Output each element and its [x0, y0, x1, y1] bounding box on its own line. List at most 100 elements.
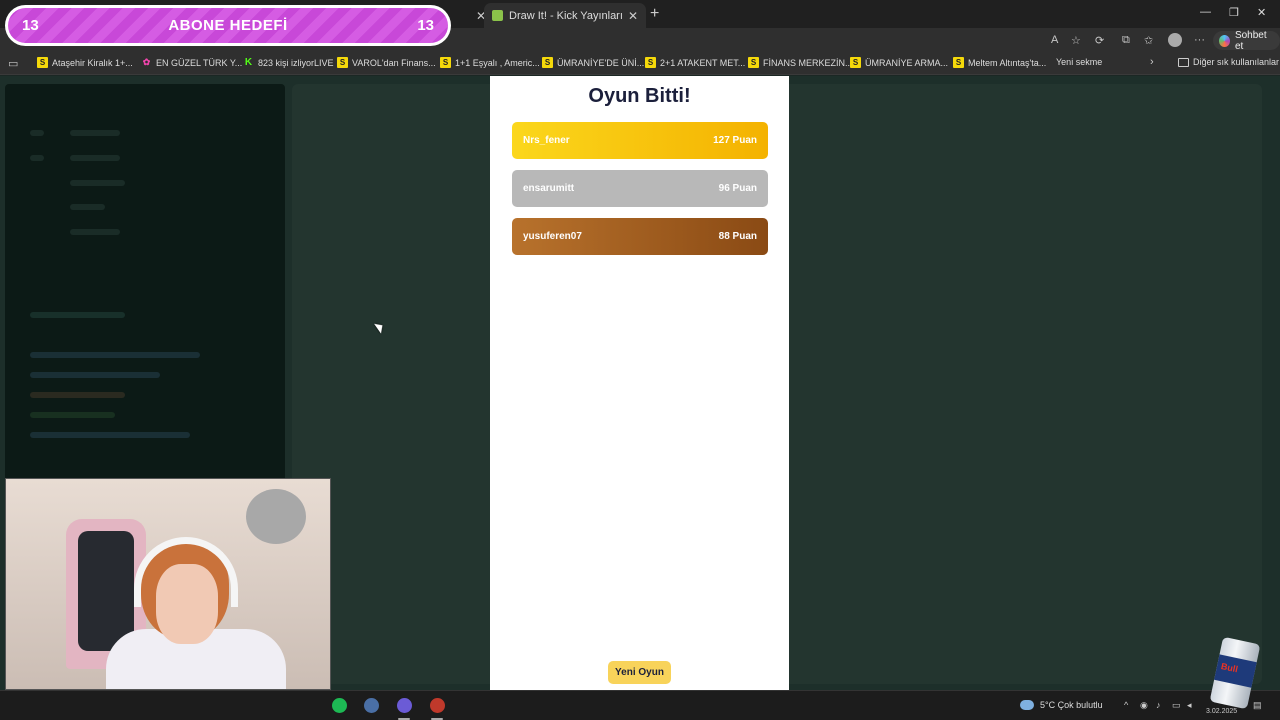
placeholder-row	[70, 229, 120, 235]
new-game-button[interactable]: Yeni Oyun	[608, 661, 671, 684]
bookmark-8[interactable]: S FİNANS MERKEZİN...	[748, 57, 853, 68]
score-row-third: yusuferen07 88 Puan	[512, 218, 768, 255]
bookmark-flower-icon: ✿	[142, 57, 151, 67]
bookmark-11[interactable]: Yeni sekme	[1056, 57, 1103, 142]
cloud-icon	[1020, 700, 1034, 710]
webcam-feed	[5, 478, 331, 690]
copilot-icon	[1219, 34, 1230, 47]
player-points: 96 Puan	[718, 183, 757, 194]
goal-label: ABONE HEDEFİ	[168, 17, 288, 34]
close-tab-icon[interactable]: ✕	[628, 9, 638, 23]
taskbar: 5°C Çok bulutlu ^ ◉ ♪ ▭ ◂ 3.02.2025 ▤	[0, 690, 1280, 720]
restore-icon[interactable]: ❐	[1229, 6, 1239, 19]
obs-icon[interactable]	[430, 698, 445, 713]
copilot-chat-button[interactable]: Sohbet et	[1213, 29, 1280, 52]
bookmark-s-icon: S	[953, 57, 964, 68]
bookmark-label: 2+1 ATAKENT MET...	[660, 57, 746, 68]
volume-icon[interactable]: ◂	[1187, 700, 1192, 711]
goal-bar: 13 ABONE HEDEFİ 13	[8, 8, 448, 43]
window-close-icon[interactable]: ✕	[1257, 6, 1266, 19]
bookmark-kick-icon: K	[244, 57, 253, 68]
score-row-first: Nrs_fener 127 Puan	[512, 122, 768, 159]
score-row-second: ensarumitt 96 Puan	[512, 170, 768, 207]
placeholder-row	[30, 432, 190, 438]
player-points: 88 Puan	[718, 231, 757, 242]
tray-overflow-icon[interactable]: ^	[1124, 700, 1128, 710]
discord-icon[interactable]	[397, 698, 412, 713]
refresh-icon[interactable]: ⟳	[1095, 34, 1104, 47]
player-name: yusuferen07	[523, 231, 582, 242]
placeholder-row	[70, 180, 125, 186]
webcam-chair-back	[78, 531, 134, 651]
bookmark-label: FİNANS MERKEZİN...	[763, 57, 853, 68]
minimize-icon[interactable]: —	[1200, 6, 1211, 18]
copilot-label: Sohbet et	[1234, 29, 1267, 52]
bookmark-s-icon: S	[850, 57, 861, 68]
taskbar-date[interactable]: 3.02.2025	[1206, 708, 1237, 715]
folder-label: Diğer sık kullanılanlar	[1193, 57, 1280, 67]
bookmark-s-icon: S	[645, 57, 656, 68]
bookmark-label: ÜMRANİYE'DE ÜNİ...	[557, 57, 645, 68]
goal-current: 13	[22, 17, 39, 34]
bookmark-s-icon: S	[440, 57, 451, 68]
sidebar-toggle-icon[interactable]: ▭	[8, 57, 18, 70]
new-tab-plus-icon[interactable]: +	[650, 5, 659, 23]
favorites-icon[interactable]: ✩	[1144, 34, 1153, 47]
bookmark-5[interactable]: S 1+1 Eşyalı , Americ...	[440, 57, 540, 68]
webcam-ring-light	[246, 489, 306, 544]
goal-target: 13	[417, 17, 434, 34]
spotify-icon[interactable]	[332, 698, 347, 713]
bookmark-label: Yeni sekme	[1056, 57, 1103, 67]
favorite-star-icon[interactable]: ☆	[1071, 34, 1081, 47]
player-name: ensarumitt	[523, 183, 575, 194]
bookmark-s-icon: S	[748, 57, 759, 68]
bookmark-3[interactable]: K 823 kişi izliyorLIVE	[243, 57, 334, 68]
bookmark-label: 823 kişi izliyorLIVE	[258, 57, 334, 68]
placeholder-row	[70, 130, 120, 136]
bookmark-7[interactable]: S 2+1 ATAKENT MET...	[645, 57, 745, 68]
bookmark-label: 1+1 Eşyalı , Americ...	[455, 57, 540, 68]
bookmark-10[interactable]: S Meltem Altıntaş'ta...	[953, 57, 1046, 68]
placeholder-row	[30, 352, 200, 358]
placeholder-row	[30, 312, 125, 318]
bookmark-s-icon: S	[37, 57, 48, 68]
placeholder-row	[70, 155, 120, 161]
placeholder-row	[30, 392, 125, 398]
tray-app-icon[interactable]: ◉	[1140, 700, 1148, 711]
network-icon[interactable]: ▭	[1172, 700, 1181, 711]
microphone-icon[interactable]: ♪	[1156, 700, 1161, 710]
placeholder-row	[30, 372, 160, 378]
bookmarks-bar: ▭ S Ataşehir Kiralık 1+... ✿ EN GÜZEL TÜRK…	[0, 53, 1280, 142]
modal-title: Oyun Bitti!	[588, 85, 691, 107]
tab-draw-it[interactable]: Draw It! - Kick Yayınları İçin Çizim ...…	[484, 3, 646, 28]
player-points: 127 Puan	[713, 135, 757, 146]
placeholder-row	[30, 155, 44, 161]
bookmark-label: EN GÜZEL TÜRK Y...	[156, 57, 243, 68]
translate-icon[interactable]: A	[1051, 34, 1058, 46]
subscriber-goal-overlay: 13 ABONE HEDEFİ 13	[5, 5, 451, 46]
tab-favicon-icon	[492, 10, 503, 21]
bookmark-s-icon: S	[337, 57, 348, 68]
placeholder-row	[70, 204, 105, 210]
bookmark-9[interactable]: S ÜMRANİYE ARMA...	[850, 57, 948, 68]
bookmark-label: ÜMRANİYE ARMA...	[865, 57, 949, 68]
extensions-icon[interactable]: ⧉	[1122, 34, 1130, 47]
placeholder-row	[30, 412, 115, 418]
bookmark-1[interactable]: S Ataşehir Kiralık 1+...	[37, 57, 133, 68]
other-favorites-folder[interactable]: Diğer sık kullanılanlar	[1178, 57, 1279, 67]
bookmark-4[interactable]: S VAROL'dan Finans...	[337, 57, 436, 68]
weather-widget[interactable]: 5°C Çok bulutlu	[1020, 700, 1103, 710]
more-menu-icon[interactable]: ···	[1194, 34, 1205, 46]
bookmark-label: VAROL'dan Finans...	[352, 57, 436, 68]
bookmarks-overflow-chevron-icon[interactable]: ›	[1150, 56, 1154, 68]
bookmark-label: Meltem Altıntaş'ta...	[968, 57, 1047, 68]
bookmark-6[interactable]: S ÜMRANİYE'DE ÜNİ...	[542, 57, 644, 68]
bookmark-s-icon: S	[542, 57, 553, 68]
placeholder-row	[30, 130, 44, 136]
profile-avatar[interactable]	[1168, 33, 1182, 47]
app-icon[interactable]	[364, 698, 379, 713]
player-name: Nrs_fener	[523, 135, 570, 146]
bookmark-2[interactable]: ✿ EN GÜZEL TÜRK Y...	[141, 57, 242, 68]
notifications-icon[interactable]: ▤	[1253, 700, 1262, 711]
bookmark-label: Ataşehir Kiralık 1+...	[52, 57, 133, 68]
